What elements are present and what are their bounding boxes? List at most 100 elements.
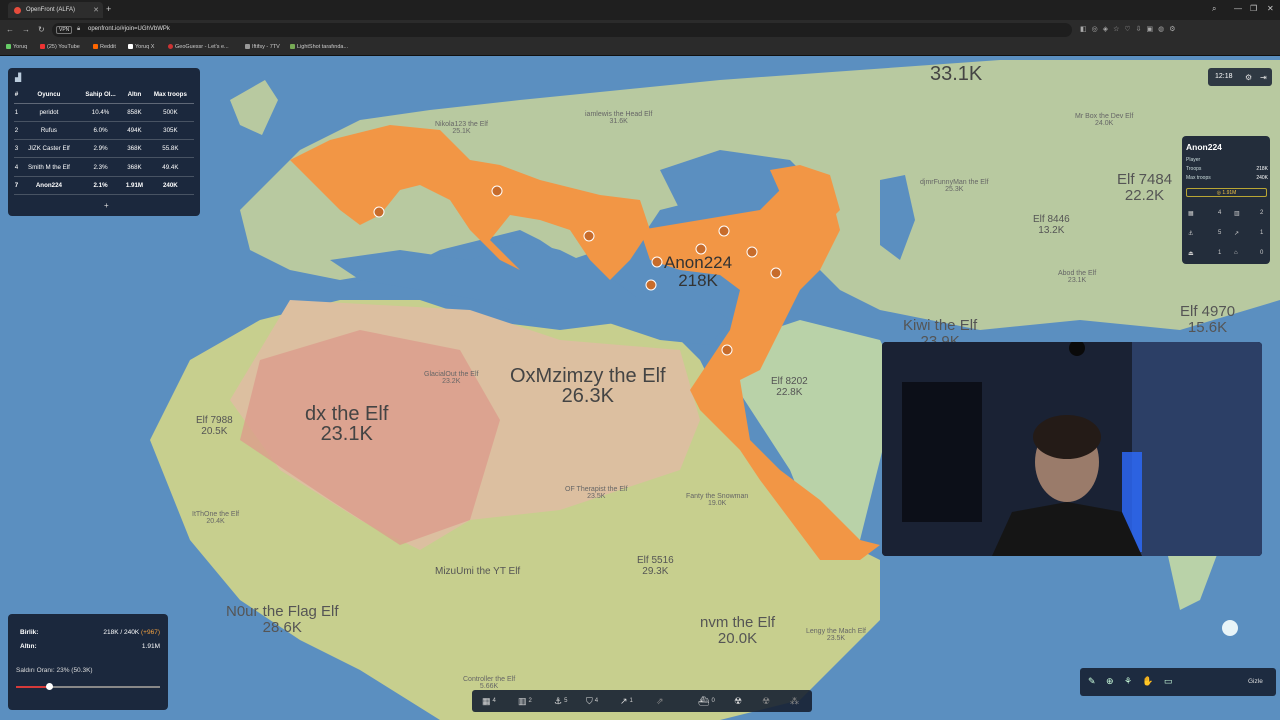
- close-window-icon[interactable]: ✕: [1267, 4, 1274, 13]
- bookmark-item[interactable]: GeoGuessr - Let's e...: [168, 44, 229, 50]
- hide-button[interactable]: Gizle: [1248, 678, 1263, 685]
- target-icon[interactable]: ⊕: [1106, 676, 1114, 687]
- col-player[interactable]: Oyuncu: [18, 86, 79, 104]
- bookmark-item[interactable]: Iftifsy - 7TV: [245, 44, 280, 50]
- bookmark-icon: [6, 44, 11, 49]
- url-input[interactable]: VPN 🔒︎ openfront.io/#join=UGhVbWPk: [52, 23, 1072, 37]
- new-tab-button[interactable]: +: [106, 4, 111, 14]
- bookmark-item[interactable]: Reddit: [93, 44, 116, 50]
- leaderboard-row[interactable]: 1 peridot 10.4% 858K 500K: [14, 103, 194, 122]
- build-warship-button[interactable]: ⛴ 0: [698, 696, 715, 707]
- player-label-elf7484[interactable]: Elf 7484 22.2K: [1117, 172, 1172, 204]
- player-label-ithone[interactable]: ItThOne the Elf 20.4K: [192, 511, 239, 525]
- bookmark-item[interactable]: (25) YouTube: [40, 44, 80, 50]
- slider-fill: [16, 686, 50, 688]
- player-label-elf7988[interactable]: Elf 7988 20.5K: [196, 415, 233, 437]
- reload-icon[interactable]: ↻: [38, 25, 45, 34]
- build-hydrogen-bomb-button[interactable]: ☢: [762, 696, 772, 707]
- build-defense-button[interactable]: ⛉ 4: [586, 696, 598, 707]
- col-max-troops[interactable]: Max troops: [146, 86, 194, 104]
- player-label-elf4970[interactable]: Elf 4970 15.6K: [1180, 304, 1235, 336]
- leaderboard-row[interactable]: 2 Rufus 6.0% 494K 305K: [14, 121, 194, 141]
- player-label-anon224[interactable]: Anon224 218K: [664, 254, 732, 290]
- player-label-dx[interactable]: dx the Elf 23.1K: [305, 404, 388, 444]
- bar-chart-icon[interactable]: ▟: [15, 73, 21, 82]
- build-port-button[interactable]: ⚓︎ 5: [554, 696, 567, 707]
- forward-icon[interactable]: →: [22, 25, 30, 34]
- alliance-icon[interactable]: ⚘: [1124, 676, 1132, 687]
- player-label-ofther[interactable]: OF Therapist the Elf 23.5K: [565, 486, 628, 500]
- player-label-djmr[interactable]: djmrFunnyMan the Elf 25.3K: [920, 179, 988, 193]
- attack-ratio-slider[interactable]: [16, 683, 160, 690]
- leaderboard-row-self[interactable]: 7 Anon224 2.1% 1.91M 240K: [14, 176, 194, 195]
- player-role: Player: [1186, 157, 1201, 163]
- bookmarks-bar: Yoruq (25) YouTube Reddit Yoruq X GeoGue…: [0, 40, 1280, 56]
- shield-icon: ⛉: [586, 696, 593, 706]
- slider-handle[interactable]: [45, 683, 53, 690]
- build-missile-button[interactable]: ↗ 1: [620, 696, 633, 707]
- warship-icon: ⛴: [698, 696, 710, 706]
- player-label-mrbox[interactable]: Mr Box the Dev Elf 24.0K: [1075, 113, 1133, 127]
- player-label-fanty[interactable]: Fanty the Snowman 19.0K: [686, 493, 748, 507]
- col-gold[interactable]: Altın: [122, 86, 147, 104]
- city-icon: [583, 230, 595, 242]
- leaderboard-expand-button[interactable]: +: [104, 201, 109, 210]
- player-label-controller[interactable]: Controller the Elf 5.66K: [463, 676, 515, 690]
- build-factory-button[interactable]: ▥ 2: [518, 696, 532, 707]
- player-label-jamlewis[interactable]: iamlewis the Head Elf 31.6K: [585, 111, 652, 125]
- col-owned[interactable]: Sahip Ol...: [78, 86, 123, 104]
- map-count-label: 33.1K: [930, 63, 983, 85]
- chat-icon[interactable]: ▭: [1164, 676, 1173, 687]
- close-tab-icon[interactable]: ✕: [93, 6, 99, 14]
- attack-ratio-label: Saldırı Oranı: 23% (50.3K): [16, 667, 93, 674]
- browser-tab-bar: OpenFront (ALFA) ✕ + ⌕ — ❐ ✕: [0, 0, 1280, 20]
- city-icon: [651, 256, 663, 268]
- gold-stat: Altın: 1.91M: [20, 643, 160, 650]
- silo-icon: ⏏: [1188, 251, 1194, 257]
- leaderboard-panel: ▟ # Oyuncu Sahip Ol... Altın Max troops …: [8, 68, 200, 216]
- build-sam-button[interactable]: ⇗: [656, 696, 666, 707]
- missile-icon: ↗: [1234, 231, 1240, 237]
- handshake-icon[interactable]: ✋: [1142, 676, 1153, 687]
- player-label-glacial[interactable]: GlacialOut the Elf 23.2K: [424, 371, 478, 385]
- city-icon: [721, 344, 733, 356]
- player-label-nikola[interactable]: Nikola123 the Elf 25.1K: [435, 121, 488, 135]
- bookmark-item[interactable]: Yoruq X: [128, 44, 154, 50]
- minimize-icon[interactable]: —: [1234, 4, 1242, 13]
- back-icon[interactable]: ←: [6, 25, 14, 34]
- extensions-toolbar[interactable]: ◧◎◈☆♡⇩▣◍⚙: [1080, 25, 1181, 33]
- player-label-elf5516[interactable]: Elf 5516 29.3K: [637, 555, 674, 577]
- build-atom-bomb-button[interactable]: ☢: [734, 696, 744, 707]
- pencil-icon[interactable]: ✎: [1088, 676, 1096, 687]
- bookmark-item[interactable]: Yoruq: [6, 44, 27, 50]
- player-label-mizu[interactable]: MizuUmi the YT Elf: [435, 566, 520, 577]
- player-label-nvm[interactable]: nvm the Elf 20.0K: [700, 615, 775, 647]
- leaderboard-row[interactable]: 4 Smith M the Elf 2.3% 368K 49.4K: [14, 157, 194, 177]
- geoguessr-icon: [168, 44, 173, 49]
- x-icon: [128, 44, 133, 49]
- hydrogen-bomb-icon: ☢: [762, 696, 771, 706]
- gear-icon[interactable]: ⚙: [1245, 73, 1252, 82]
- build-city-button[interactable]: ▦ 4: [482, 696, 496, 707]
- bookmark-item[interactable]: LightShot tarafında...: [290, 44, 348, 50]
- build-bar: ▦ 4 ▥ 2 ⚓︎ 5 ⛉ 4 ↗ 1 ⇗ ⛴ 0 ☢ ☢ ⁂: [472, 690, 812, 712]
- player-label-leng[interactable]: Lengy the Mach Elf 23.5K: [806, 628, 866, 642]
- leaderboard-row[interactable]: 3 JIZK Caster Elf 2.9% 368K 55.8K: [14, 139, 194, 159]
- mirv-icon: ⁂: [790, 696, 799, 706]
- lock-icon[interactable]: 🔒︎: [77, 26, 80, 33]
- player-label-ox[interactable]: OxMzimzy the Elf 26.3K: [510, 366, 666, 406]
- actions-panel: ✎ ⊕ ⚘ ✋ ▭ Gizle: [1080, 668, 1276, 696]
- player-label-abod[interactable]: Abod the Elf 23.1K: [1058, 270, 1096, 284]
- search-tabs-icon[interactable]: ⌕: [1212, 4, 1216, 14]
- browser-tab[interactable]: OpenFront (ALFA) ✕: [8, 2, 103, 18]
- exit-icon[interactable]: ⇥: [1260, 73, 1267, 82]
- vpn-badge[interactable]: VPN: [56, 26, 73, 34]
- player-label-elf8202[interactable]: Elf 8202 22.8K: [771, 376, 808, 398]
- city-icon: [373, 206, 385, 218]
- player-label-n0ur[interactable]: N0ur the Flag Elf 28.6K: [226, 604, 339, 636]
- city-icon: [770, 267, 782, 279]
- maximize-icon[interactable]: ❐: [1250, 4, 1257, 13]
- build-mirv-button[interactable]: ⁂: [790, 696, 799, 707]
- player-label-elf8446[interactable]: Elf 8446 13.2K: [1033, 214, 1070, 236]
- openfront-favicon-icon: [14, 7, 21, 14]
